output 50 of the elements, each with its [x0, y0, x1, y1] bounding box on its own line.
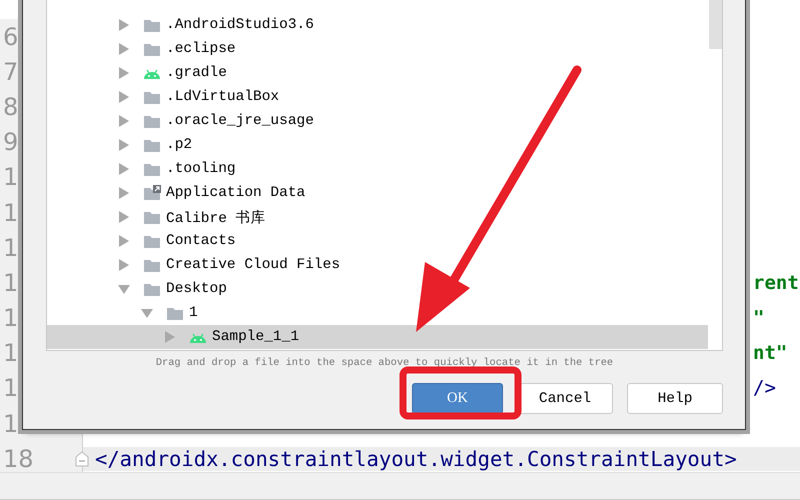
tree-item-label: Creative Cloud Files: [166, 257, 340, 273]
code-text: rent: [753, 272, 799, 294]
tree-item-label: Sample_1_1: [212, 329, 300, 345]
folder-icon: [143, 17, 161, 33]
expanded-arrow-icon[interactable]: [118, 283, 130, 295]
dialog-button[interactable]: OK: [412, 383, 503, 414]
tree-item-label: .AndroidStudio3.6: [166, 17, 314, 33]
code-text: </androidx.constraintlayout.widget.ConstraintLayout>: [95, 446, 737, 471]
tree-item-label: .tooling: [166, 161, 236, 177]
drag-drop-hint: Drag and drop a file into the space above to quickly locate it in the tree: [154, 357, 614, 369]
folder-icon: [166, 305, 184, 321]
collapsed-arrow-icon[interactable]: [118, 259, 130, 271]
collapsed-arrow-icon[interactable]: [118, 139, 130, 151]
scrollbar-thumb[interactable]: [709, 0, 722, 49]
folder-icon: [143, 113, 161, 129]
folder-icon: [143, 89, 161, 105]
folder-icon: [143, 257, 161, 273]
collapsed-arrow-icon[interactable]: [118, 235, 130, 247]
collapsed-arrow-icon[interactable]: [118, 67, 130, 79]
collapsed-arrow-icon[interactable]: [118, 187, 130, 199]
folder-icon: [143, 161, 161, 177]
collapsed-arrow-icon[interactable]: [118, 115, 130, 127]
folder-icon: [143, 209, 161, 225]
dialog-button[interactable]: Help: [627, 383, 723, 414]
folder-icon: [143, 41, 161, 57]
tree-item-label: Desktop: [166, 281, 227, 297]
tree-item-label: .eclipse: [166, 41, 236, 57]
tree-row[interactable]: Sample_1_1: [47, 325, 708, 349]
expanded-arrow-icon[interactable]: [141, 307, 153, 319]
tree-item-label: .p2: [166, 137, 192, 153]
tree-item-label: .oracle_jre_usage: [166, 113, 314, 129]
collapsed-arrow-icon[interactable]: [164, 331, 176, 343]
shortcut-folder-icon: [143, 185, 161, 201]
folder-icon: [143, 233, 161, 249]
code-text: nt": [753, 342, 788, 364]
tree-item-label: .LdVirtualBox: [166, 89, 280, 105]
collapsed-arrow-icon[interactable]: [118, 91, 130, 103]
code-text: ": [753, 307, 764, 330]
folder-icon: [143, 137, 161, 153]
code-text: />: [753, 377, 776, 400]
tree-item-label: Calibre 书库: [166, 208, 266, 226]
collapsed-arrow-icon[interactable]: [118, 19, 130, 31]
tree-item-label: Application Data: [166, 185, 306, 201]
tree-item-label: Contacts: [166, 233, 236, 249]
collapsed-arrow-icon[interactable]: [118, 163, 130, 175]
collapsed-arrow-icon[interactable]: [118, 43, 130, 55]
folder-icon: [143, 281, 161, 297]
tree-item-label: 1: [189, 305, 198, 321]
tree-item-label: .gradle: [166, 65, 227, 81]
collapsed-arrow-icon[interactable]: [118, 211, 130, 223]
